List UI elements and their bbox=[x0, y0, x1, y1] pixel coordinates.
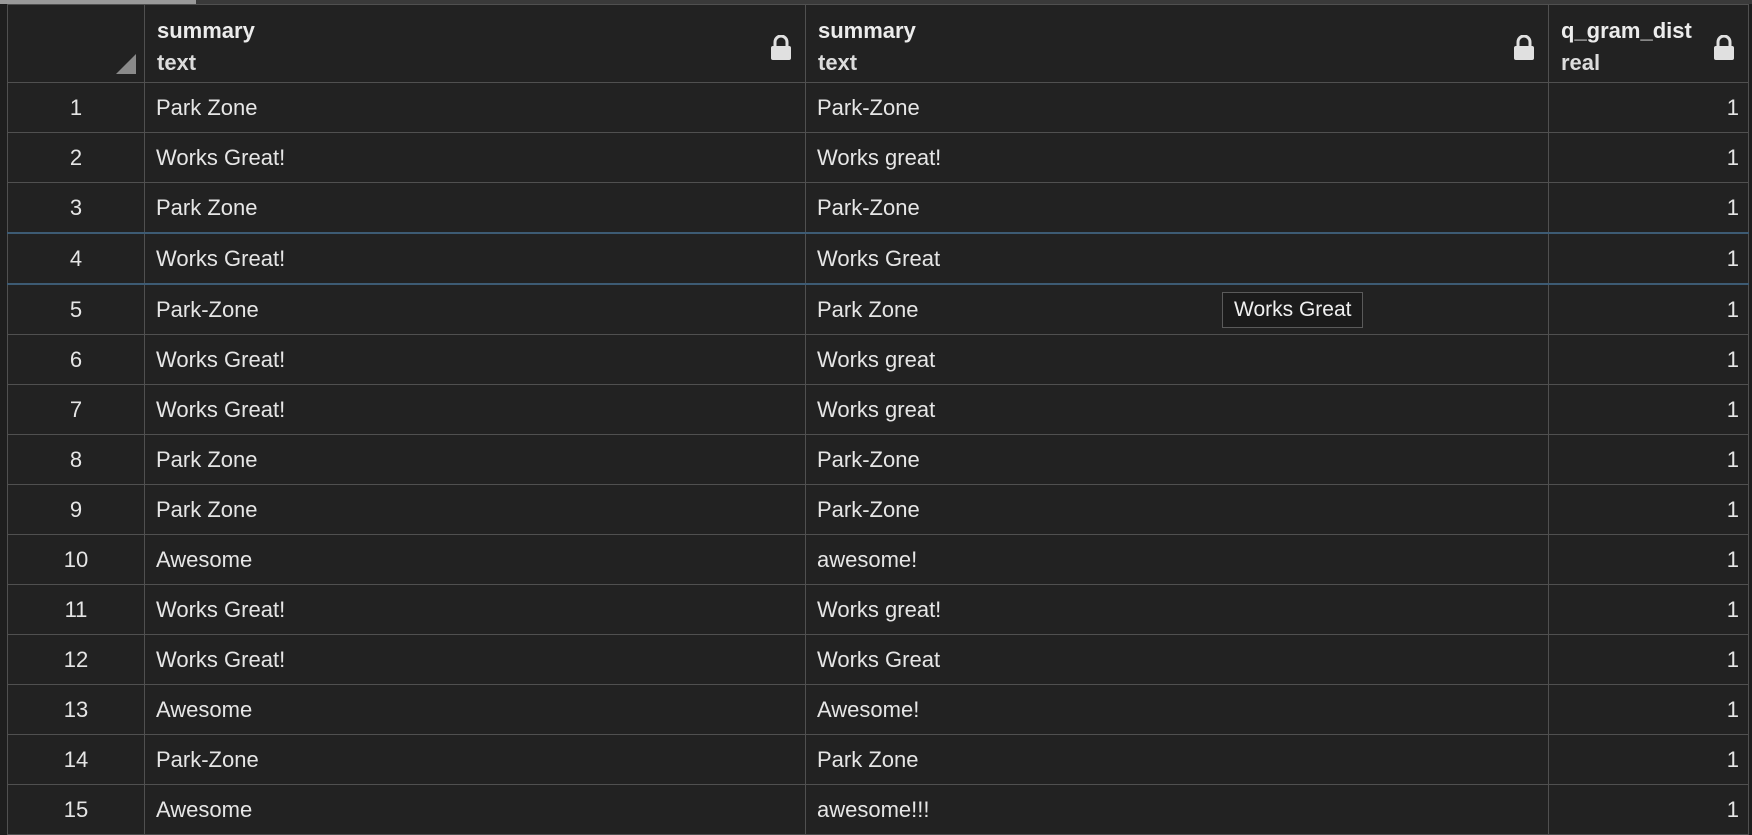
column-header-summary-1[interactable]: summary text bbox=[144, 4, 806, 83]
cell-summary-1[interactable]: Works Great! bbox=[144, 334, 806, 385]
cell-summary-1[interactable]: Awesome bbox=[144, 684, 806, 735]
lock-icon bbox=[1714, 35, 1734, 60]
cell-summary-2[interactable]: Works great bbox=[805, 384, 1549, 435]
table-row[interactable]: 6 Works Great! Works great 1 bbox=[7, 334, 1749, 385]
cell-q-gram-dist[interactable]: 1 bbox=[1548, 283, 1749, 335]
table-row[interactable]: 8 Park Zone Park-Zone 1 bbox=[7, 434, 1749, 485]
column-type: text bbox=[157, 50, 197, 75]
cell-q-gram-dist[interactable]: 1 bbox=[1548, 534, 1749, 585]
cell-q-gram-dist[interactable]: 1 bbox=[1548, 182, 1749, 234]
cell-summary-2[interactable]: awesome!!! bbox=[805, 784, 1549, 835]
table-row[interactable]: 3 Park Zone Park-Zone 1 bbox=[7, 182, 1749, 234]
data-grid: summary text summary text q_gram_dist re… bbox=[7, 4, 1749, 835]
cell-q-gram-dist[interactable]: 1 bbox=[1548, 584, 1749, 635]
cell-summary-1[interactable]: Works Great! bbox=[144, 634, 806, 685]
cell-summary-1[interactable]: Park Zone bbox=[144, 182, 806, 234]
table-row[interactable]: 7 Works Great! Works great 1 bbox=[7, 384, 1749, 435]
cell-summary-2[interactable]: Park-Zone bbox=[805, 434, 1549, 485]
cell-summary-1[interactable]: Works Great! bbox=[144, 132, 806, 183]
cell-q-gram-dist[interactable]: 1 bbox=[1548, 334, 1749, 385]
lock-icon bbox=[1514, 35, 1534, 60]
row-number[interactable]: 11 bbox=[7, 584, 145, 635]
row-number[interactable]: 8 bbox=[7, 434, 145, 485]
table-row[interactable]: 2 Works Great! Works great! 1 bbox=[7, 132, 1749, 183]
cell-tooltip: Works Great bbox=[1222, 292, 1364, 328]
column-header-summary-2[interactable]: summary text bbox=[805, 4, 1549, 83]
row-number[interactable]: 9 bbox=[7, 484, 145, 535]
lock-icon bbox=[771, 35, 791, 60]
cell-q-gram-dist[interactable]: 1 bbox=[1548, 384, 1749, 435]
row-number[interactable]: 14 bbox=[7, 734, 145, 785]
cell-summary-2[interactable]: Park Zone bbox=[805, 734, 1549, 785]
table-row[interactable]: 11 Works Great! Works great! 1 bbox=[7, 584, 1749, 635]
cell-q-gram-dist[interactable]: 1 bbox=[1548, 634, 1749, 685]
cell-summary-2[interactable]: Works great! bbox=[805, 584, 1549, 635]
cell-summary-2[interactable]: Works great! bbox=[805, 132, 1549, 183]
cell-summary-2[interactable]: Park Zone bbox=[805, 283, 1549, 335]
cell-summary-2[interactable]: Park-Zone bbox=[805, 82, 1549, 133]
cell-q-gram-dist[interactable]: 1 bbox=[1548, 684, 1749, 735]
table-row[interactable]: 1 Park Zone Park-Zone 1 bbox=[7, 82, 1749, 133]
row-number[interactable]: 7 bbox=[7, 384, 145, 435]
row-number[interactable]: 12 bbox=[7, 634, 145, 685]
cell-summary-1[interactable]: Park-Zone bbox=[144, 283, 806, 335]
header-row: summary text summary text q_gram_dist re… bbox=[7, 4, 1749, 83]
row-number[interactable]: 13 bbox=[7, 684, 145, 735]
row-number[interactable]: 1 bbox=[7, 82, 145, 133]
cell-q-gram-dist[interactable]: 1 bbox=[1548, 232, 1749, 285]
column-header-q-gram-dist[interactable]: q_gram_dist real bbox=[1548, 4, 1749, 83]
row-number[interactable]: 4 bbox=[7, 232, 145, 285]
cell-q-gram-dist[interactable]: 1 bbox=[1548, 82, 1749, 133]
select-all-corner[interactable] bbox=[7, 4, 145, 83]
cell-summary-2[interactable]: Works great bbox=[805, 334, 1549, 385]
table-row-selected[interactable]: 4 Works Great! Works Great 1 bbox=[7, 232, 1749, 285]
cell-summary-2[interactable]: Awesome! bbox=[805, 684, 1549, 735]
table-row[interactable]: 15 Awesome awesome!!! 1 bbox=[7, 784, 1749, 835]
cell-summary-1[interactable]: Awesome bbox=[144, 784, 806, 835]
table-row[interactable]: 13 Awesome Awesome! 1 bbox=[7, 684, 1749, 735]
table-row[interactable]: 12 Works Great! Works Great 1 bbox=[7, 634, 1749, 685]
cell-summary-1[interactable]: Park Zone bbox=[144, 434, 806, 485]
row-number[interactable]: 2 bbox=[7, 132, 145, 183]
cell-summary-2[interactable]: Works Great bbox=[805, 232, 1549, 285]
cell-q-gram-dist[interactable]: 1 bbox=[1548, 132, 1749, 183]
cell-q-gram-dist[interactable]: 1 bbox=[1548, 734, 1749, 785]
row-number[interactable]: 5 bbox=[7, 283, 145, 335]
cell-q-gram-dist[interactable]: 1 bbox=[1548, 784, 1749, 835]
column-name: summary bbox=[157, 18, 255, 43]
cell-summary-1[interactable]: Works Great! bbox=[144, 584, 806, 635]
table-row[interactable]: 5 Park-Zone Park Zone 1 bbox=[7, 283, 1749, 335]
cell-q-gram-dist[interactable]: 1 bbox=[1548, 484, 1749, 535]
cell-summary-2[interactable]: Works Great bbox=[805, 634, 1549, 685]
row-number[interactable]: 10 bbox=[7, 534, 145, 585]
row-number[interactable]: 15 bbox=[7, 784, 145, 835]
cell-summary-2[interactable]: Park-Zone bbox=[805, 182, 1549, 234]
cell-summary-1[interactable]: Works Great! bbox=[144, 232, 806, 285]
cell-summary-1[interactable]: Park Zone bbox=[144, 484, 806, 535]
cell-summary-1[interactable]: Park Zone bbox=[144, 82, 806, 133]
cell-summary-2[interactable]: awesome! bbox=[805, 534, 1549, 585]
column-name: summary bbox=[818, 18, 916, 43]
cell-summary-2[interactable]: Park-Zone bbox=[805, 484, 1549, 535]
table-row[interactable]: 9 Park Zone Park-Zone 1 bbox=[7, 484, 1749, 535]
select-all-corner-icon bbox=[116, 54, 136, 74]
cell-summary-1[interactable]: Works Great! bbox=[144, 384, 806, 435]
cell-q-gram-dist[interactable]: 1 bbox=[1548, 434, 1749, 485]
row-number[interactable]: 3 bbox=[7, 182, 145, 234]
table-row[interactable]: 10 Awesome awesome! 1 bbox=[7, 534, 1749, 585]
row-number[interactable]: 6 bbox=[7, 334, 145, 385]
table-row[interactable]: 14 Park-Zone Park Zone 1 bbox=[7, 734, 1749, 785]
column-type: text bbox=[818, 50, 858, 75]
cell-summary-1[interactable]: Park-Zone bbox=[144, 734, 806, 785]
cell-summary-1[interactable]: Awesome bbox=[144, 534, 806, 585]
